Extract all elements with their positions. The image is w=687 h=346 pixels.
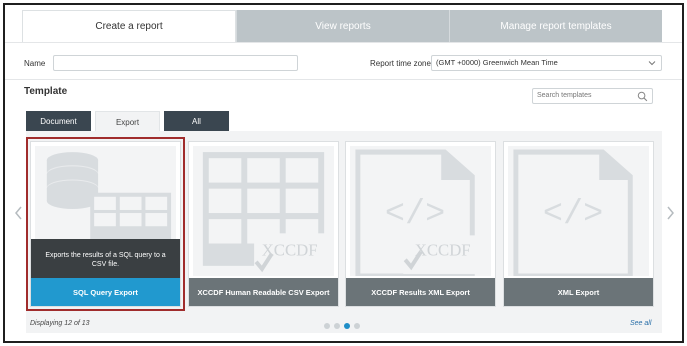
- name-label: Name: [24, 59, 46, 68]
- code-glyph: </>: [385, 196, 445, 235]
- template-title: Template: [24, 86, 68, 97]
- chevron-left-icon[interactable]: [14, 206, 24, 220]
- page-dot[interactable]: [334, 323, 340, 329]
- tab-create-report[interactable]: Create a report: [22, 10, 236, 42]
- template-filter-tabs: Document Export All: [26, 111, 229, 132]
- template-card-label: SQL Query Export: [31, 278, 180, 306]
- xml-file-icon: </>: [508, 146, 649, 279]
- template-card-label: XML Export: [504, 278, 653, 306]
- filter-document[interactable]: Document: [26, 111, 91, 131]
- filter-all[interactable]: All: [164, 111, 229, 131]
- code-glyph: </>: [543, 196, 603, 235]
- tab-view-reports[interactable]: View reports: [236, 10, 449, 42]
- chevron-right-icon[interactable]: [665, 206, 675, 220]
- template-card-label: XCCDF Results XML Export: [346, 278, 495, 306]
- tab-manage-templates[interactable]: Manage report templates: [449, 10, 662, 42]
- section-divider: [5, 79, 682, 80]
- tabs-divider: [5, 42, 682, 43]
- template-card-xml-export[interactable]: </> XML Export: [503, 141, 654, 307]
- timezone-label: Report time zone: [370, 59, 431, 68]
- filter-export[interactable]: Export: [95, 111, 160, 132]
- timezone-select[interactable]: (GMT +0000) Greenwich Mean Time: [431, 55, 662, 71]
- template-card-label: XCCDF Human Readable CSV Export: [189, 278, 338, 306]
- timezone-value: (GMT +0000) Greenwich Mean Time: [436, 58, 558, 67]
- xccdf-document-icon: XCCDF: [193, 146, 334, 276]
- name-input[interactable]: [53, 55, 298, 71]
- chevron-down-icon: [648, 61, 656, 66]
- template-card-sql-query-export[interactable]: Exports the results of a SQL query to a …: [26, 137, 185, 311]
- page-dot-current[interactable]: [344, 323, 350, 329]
- page-dot[interactable]: [354, 323, 360, 329]
- template-card-xccdf-xml-export[interactable]: </> XCCDF XCCDF Results XML Export: [345, 141, 496, 307]
- page-dot[interactable]: [324, 323, 330, 329]
- search-placeholder: Search templates: [537, 92, 592, 99]
- xccdf-text: XCCDF: [415, 240, 471, 259]
- displaying-count: Displaying 12 of 13: [30, 320, 90, 327]
- pagination-dots: [324, 323, 360, 329]
- see-all-link[interactable]: See all: [630, 320, 651, 327]
- search-icon[interactable]: [637, 91, 648, 102]
- search-templates-input[interactable]: Search templates: [532, 88, 653, 104]
- template-description: Exports the results of a SQL query to a …: [31, 239, 180, 280]
- template-card-xccdf-csv-export[interactable]: XCCDF XCCDF Human Readable CSV Export: [188, 141, 339, 307]
- report-tabs: Create a report View reports Manage repo…: [22, 10, 662, 42]
- xccdf-xml-file-icon: </> XCCDF: [350, 146, 491, 279]
